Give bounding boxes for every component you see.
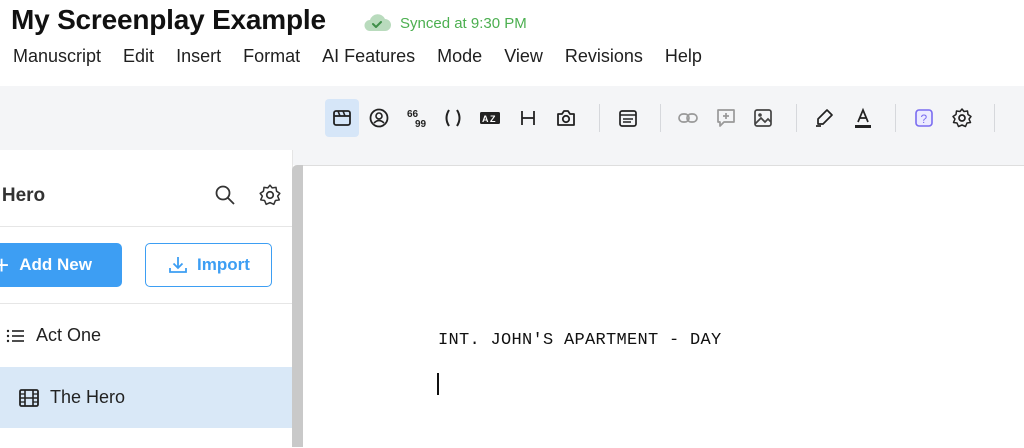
scene-heading-button[interactable] (325, 99, 359, 137)
note-card-icon (619, 110, 637, 127)
shot-button[interactable] (549, 99, 583, 137)
help-icon: ? (915, 109, 933, 127)
heading-icon (521, 111, 535, 125)
svg-text:?: ? (921, 112, 928, 126)
editor-backdrop (292, 150, 1024, 165)
menu-format[interactable]: Format (232, 43, 311, 69)
cloud-check-icon (364, 14, 391, 31)
shot-camera-icon (557, 110, 575, 126)
image-icon (754, 109, 772, 127)
scene-heading-icon (333, 110, 351, 126)
parenthetical-button[interactable] (436, 99, 470, 137)
parenthetical-icon (445, 109, 461, 127)
script-editor[interactable] (303, 165, 1024, 448)
sidebar-item-act-one[interactable]: Act One (0, 305, 292, 366)
toolbar: 66 99 AZ ? (0, 86, 1024, 151)
toolbar-separator (994, 104, 995, 132)
toolbar-separator (599, 104, 600, 132)
add-comment-button[interactable] (709, 99, 743, 137)
scene-heading-text[interactable]: INT. JOHN'S APARTMENT - DAY (438, 331, 722, 350)
heading-button[interactable] (511, 99, 545, 137)
add-new-label: Add New (19, 255, 92, 274)
character-button[interactable] (362, 99, 396, 137)
svg-text:99: 99 (415, 119, 427, 129)
text-cursor (437, 373, 439, 395)
plus-icon: + (0, 252, 9, 278)
gear-icon[interactable] (258, 183, 282, 207)
sidebar-item-label: Act One (36, 325, 102, 345)
download-icon (169, 257, 187, 273)
sidebar-scrollbar[interactable] (292, 165, 303, 447)
svg-text:A: A (482, 114, 489, 124)
document-title[interactable]: My Screenplay Example (11, 4, 326, 36)
sidebar-divider (0, 226, 292, 227)
menu-ai-features[interactable]: AI Features (311, 43, 426, 69)
toolbar-separator (660, 104, 661, 132)
dialogue-quote-icon: 6699 (407, 109, 427, 129)
dialogue-button[interactable]: 66 99 (399, 99, 433, 137)
add-comment-icon (717, 109, 735, 127)
sidebar: e Hero + Add New Import Act One The Hero (0, 150, 293, 447)
menu-help[interactable]: Help (654, 43, 713, 69)
note-card-button[interactable] (611, 99, 645, 137)
film-icon (19, 388, 39, 407)
action-button[interactable]: AZ (473, 99, 507, 137)
menu-edit[interactable]: Edit (112, 43, 165, 69)
action-icon: AZ (480, 112, 500, 124)
text-color-button[interactable] (846, 99, 880, 137)
menu-view[interactable]: View (493, 43, 554, 69)
link-icon (678, 113, 698, 123)
search-icon[interactable] (213, 183, 237, 207)
menu-bar: Manuscript Edit Insert Format AI Feature… (0, 43, 713, 69)
sidebar-divider (0, 303, 292, 304)
menu-insert[interactable]: Insert (165, 43, 232, 69)
sync-text: Synced at 9:30 PM (400, 14, 527, 32)
text-color-icon (855, 107, 871, 128)
settings-button[interactable] (945, 99, 979, 137)
highlighter-icon (816, 109, 833, 127)
toolbar-separator (796, 104, 797, 132)
sidebar-item-the-hero[interactable]: The Hero (0, 367, 292, 428)
title-bar: My Screenplay Example Synced at 9:30 PM … (0, 0, 1024, 86)
import-label: Import (197, 255, 250, 274)
sidebar-title: e Hero (0, 185, 46, 206)
link-button[interactable] (671, 99, 705, 137)
import-button[interactable]: Import (145, 243, 272, 287)
list-icon (6, 329, 24, 342)
sidebar-item-label: The Hero (50, 387, 126, 407)
sync-status: Synced at 9:30 PM (362, 12, 527, 34)
help-button[interactable]: ? (907, 99, 941, 137)
menu-revisions[interactable]: Revisions (554, 43, 654, 69)
highlighter-button[interactable] (807, 99, 841, 137)
menu-mode[interactable]: Mode (426, 43, 493, 69)
add-new-button[interactable]: + Add New (0, 243, 122, 287)
settings-icon (952, 108, 972, 128)
toolbar-separator (895, 104, 896, 132)
insert-image-button[interactable] (746, 99, 780, 137)
character-icon (369, 108, 389, 128)
menu-manuscript[interactable]: Manuscript (0, 43, 112, 69)
svg-text:Z: Z (490, 114, 496, 124)
